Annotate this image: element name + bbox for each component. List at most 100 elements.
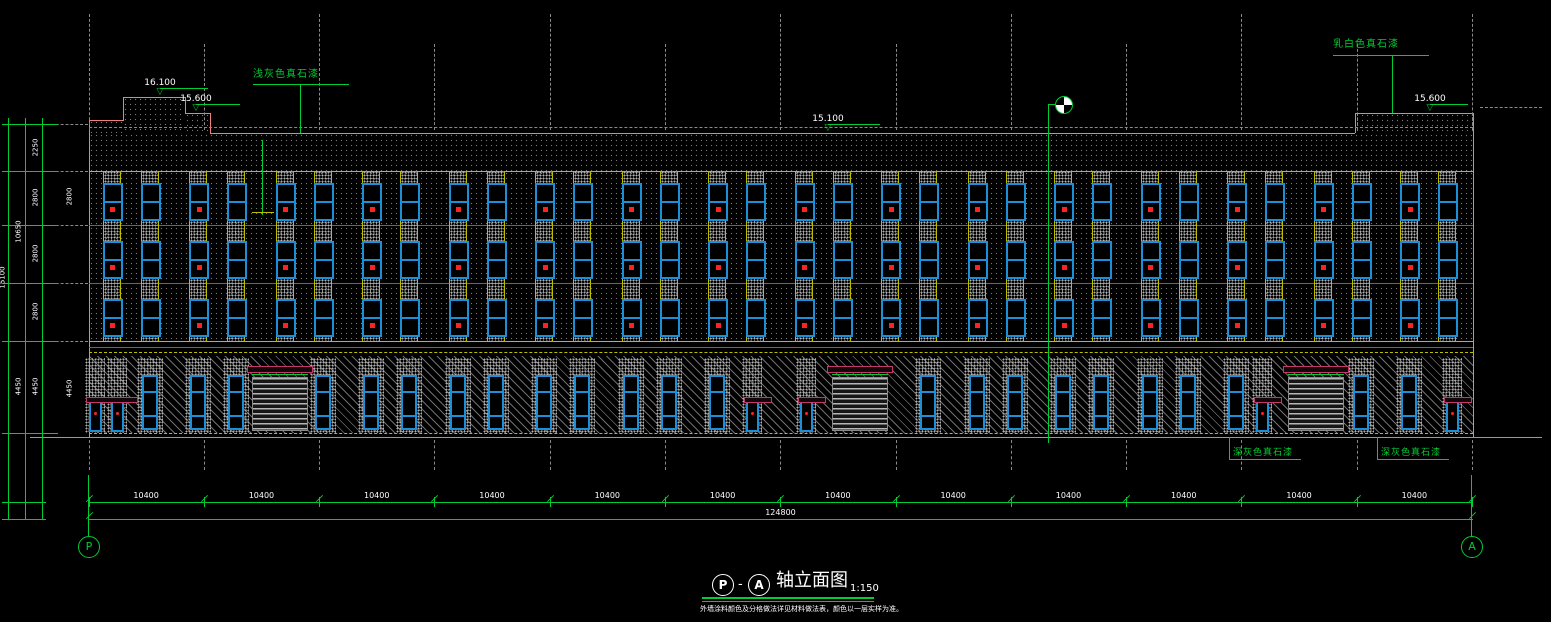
vent-symbol	[456, 265, 461, 270]
strip-window	[1438, 183, 1458, 221]
window-rail	[710, 201, 726, 203]
vent-symbol	[110, 207, 115, 212]
spandrel-panel	[1401, 221, 1417, 241]
vent-symbol	[889, 265, 894, 270]
window-pane	[662, 261, 678, 277]
strip-window	[833, 241, 853, 279]
strip-window	[746, 241, 766, 279]
spandrel-panel	[1266, 221, 1282, 241]
spandrel-panel	[1315, 221, 1331, 241]
window-pane	[1229, 301, 1245, 317]
spandrel-panel	[1007, 171, 1023, 183]
window-rail	[663, 415, 675, 417]
spandrel-panel	[969, 221, 985, 241]
strip-window	[189, 183, 209, 221]
spandrel-panel	[228, 279, 244, 299]
window-pane	[748, 319, 764, 335]
window-pane	[835, 261, 851, 277]
spandrel-panel	[1007, 337, 1023, 341]
window-rail	[1181, 259, 1197, 261]
window-rail	[1229, 259, 1245, 261]
door-header-sign	[1444, 397, 1472, 403]
spandrel-panel	[1142, 279, 1158, 299]
window-pane	[1143, 243, 1159, 259]
strip-window	[795, 183, 815, 221]
spandrel-panel	[661, 171, 677, 183]
vent-symbol	[543, 323, 548, 328]
window-pane	[970, 185, 986, 201]
window-rail	[1267, 201, 1283, 203]
window-pane	[402, 261, 418, 277]
leader-line	[1392, 55, 1393, 113]
parapet-raised-right	[1355, 113, 1473, 133]
vent-symbol	[543, 265, 548, 270]
elevation-drawing-canvas: 2800445022502800280028004450106504450151…	[0, 0, 1551, 622]
ground-window	[1142, 375, 1158, 430]
strip-window	[573, 299, 593, 337]
vent-symbol	[1148, 323, 1153, 328]
spandrel-panel	[574, 279, 590, 299]
window-pane	[970, 243, 986, 259]
window-pane	[537, 185, 553, 201]
spandrel-panel	[488, 221, 504, 241]
grid-line	[89, 14, 90, 130]
window-pane	[1008, 185, 1024, 201]
door-header-sign	[744, 397, 772, 403]
door-header-sign	[247, 366, 313, 373]
spandrel-panel	[969, 171, 985, 183]
spandrel-panel	[1266, 337, 1282, 341]
window-rail	[922, 415, 934, 417]
window-rail	[364, 317, 380, 319]
spandrel-panel	[1439, 171, 1455, 183]
window-pane	[1440, 203, 1456, 219]
vent-symbol	[1235, 265, 1240, 270]
window-pane	[229, 301, 245, 317]
window-rail	[105, 259, 121, 261]
service-door	[800, 399, 813, 432]
door-header-sign	[1283, 366, 1349, 373]
band-dashed-yellow	[89, 352, 1473, 353]
spandrel-panel	[1180, 171, 1196, 183]
window-pane	[451, 301, 467, 317]
spandrel-panel	[1093, 279, 1109, 299]
vdim-value: 4450	[33, 367, 40, 407]
strip-window	[1141, 299, 1161, 337]
window-rail	[278, 201, 294, 203]
service-door	[746, 399, 759, 432]
strip-window	[535, 241, 555, 279]
grid-line	[550, 14, 551, 130]
strip-window	[487, 299, 507, 337]
grade-dash-right	[1480, 107, 1542, 108]
strip-window	[449, 241, 469, 279]
window-pane	[364, 243, 380, 259]
strip-window	[314, 183, 334, 221]
strip-window	[487, 183, 507, 221]
vdim-tick	[2, 124, 58, 125]
strip-window	[746, 183, 766, 221]
window-rail	[143, 201, 159, 203]
vdim-value: 2800	[33, 292, 40, 332]
window-pane	[883, 301, 899, 317]
window-rail	[1056, 259, 1072, 261]
strip-window	[227, 183, 247, 221]
strip-window	[103, 183, 123, 221]
strip-window	[1054, 241, 1074, 279]
spandrel-panel	[747, 279, 763, 299]
title-note: 外墙涂料颜色及分格做法详见材料做法表，颜色以一层实样为准。	[700, 606, 903, 613]
spandrel-panel	[488, 337, 504, 341]
window-pane	[1316, 301, 1332, 317]
strip-window	[919, 299, 939, 337]
window-pane	[1094, 301, 1110, 317]
spandrel-panel	[450, 221, 466, 241]
spandrel-panel	[1315, 279, 1331, 299]
bay-dim-value: 10400	[319, 492, 434, 500]
window-pane	[1402, 301, 1418, 317]
window-pane	[575, 261, 591, 277]
window-rail	[711, 391, 723, 393]
strip-window	[795, 299, 815, 337]
window-pane	[489, 243, 505, 259]
window-strip	[1227, 171, 1245, 341]
window-pane	[1094, 261, 1110, 277]
window-pane	[1008, 203, 1024, 219]
grid-line-stub	[204, 440, 205, 470]
